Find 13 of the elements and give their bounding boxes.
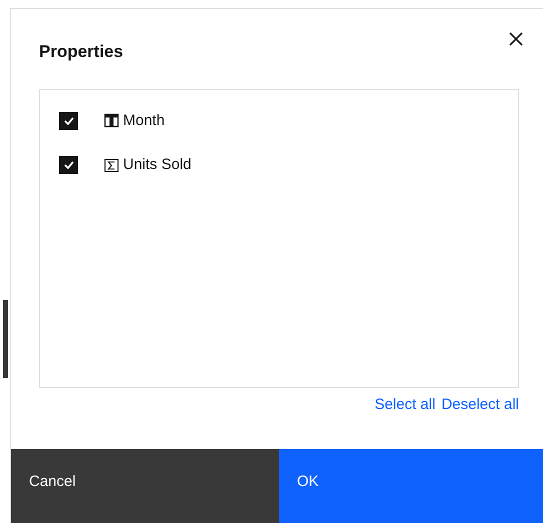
select-link[interactable]: Select all (374, 394, 436, 416)
field-label: Units Sold (123, 155, 192, 175)
checkmark-icon (64, 161, 74, 170)
cancel-button[interactable]: Cancel (11, 449, 279, 523)
checkmark-icon (64, 116, 74, 125)
dialog-title: Properties (39, 41, 124, 63)
column-icon (104, 113, 119, 128)
ok-button[interactable]: OK (279, 449, 543, 523)
checkbox[interactable] (59, 156, 78, 174)
sigma-icon (104, 158, 119, 173)
select-link[interactable]: Deselect all (441, 394, 519, 416)
checkbox[interactable] (59, 112, 78, 130)
field-label: Month (123, 110, 165, 130)
